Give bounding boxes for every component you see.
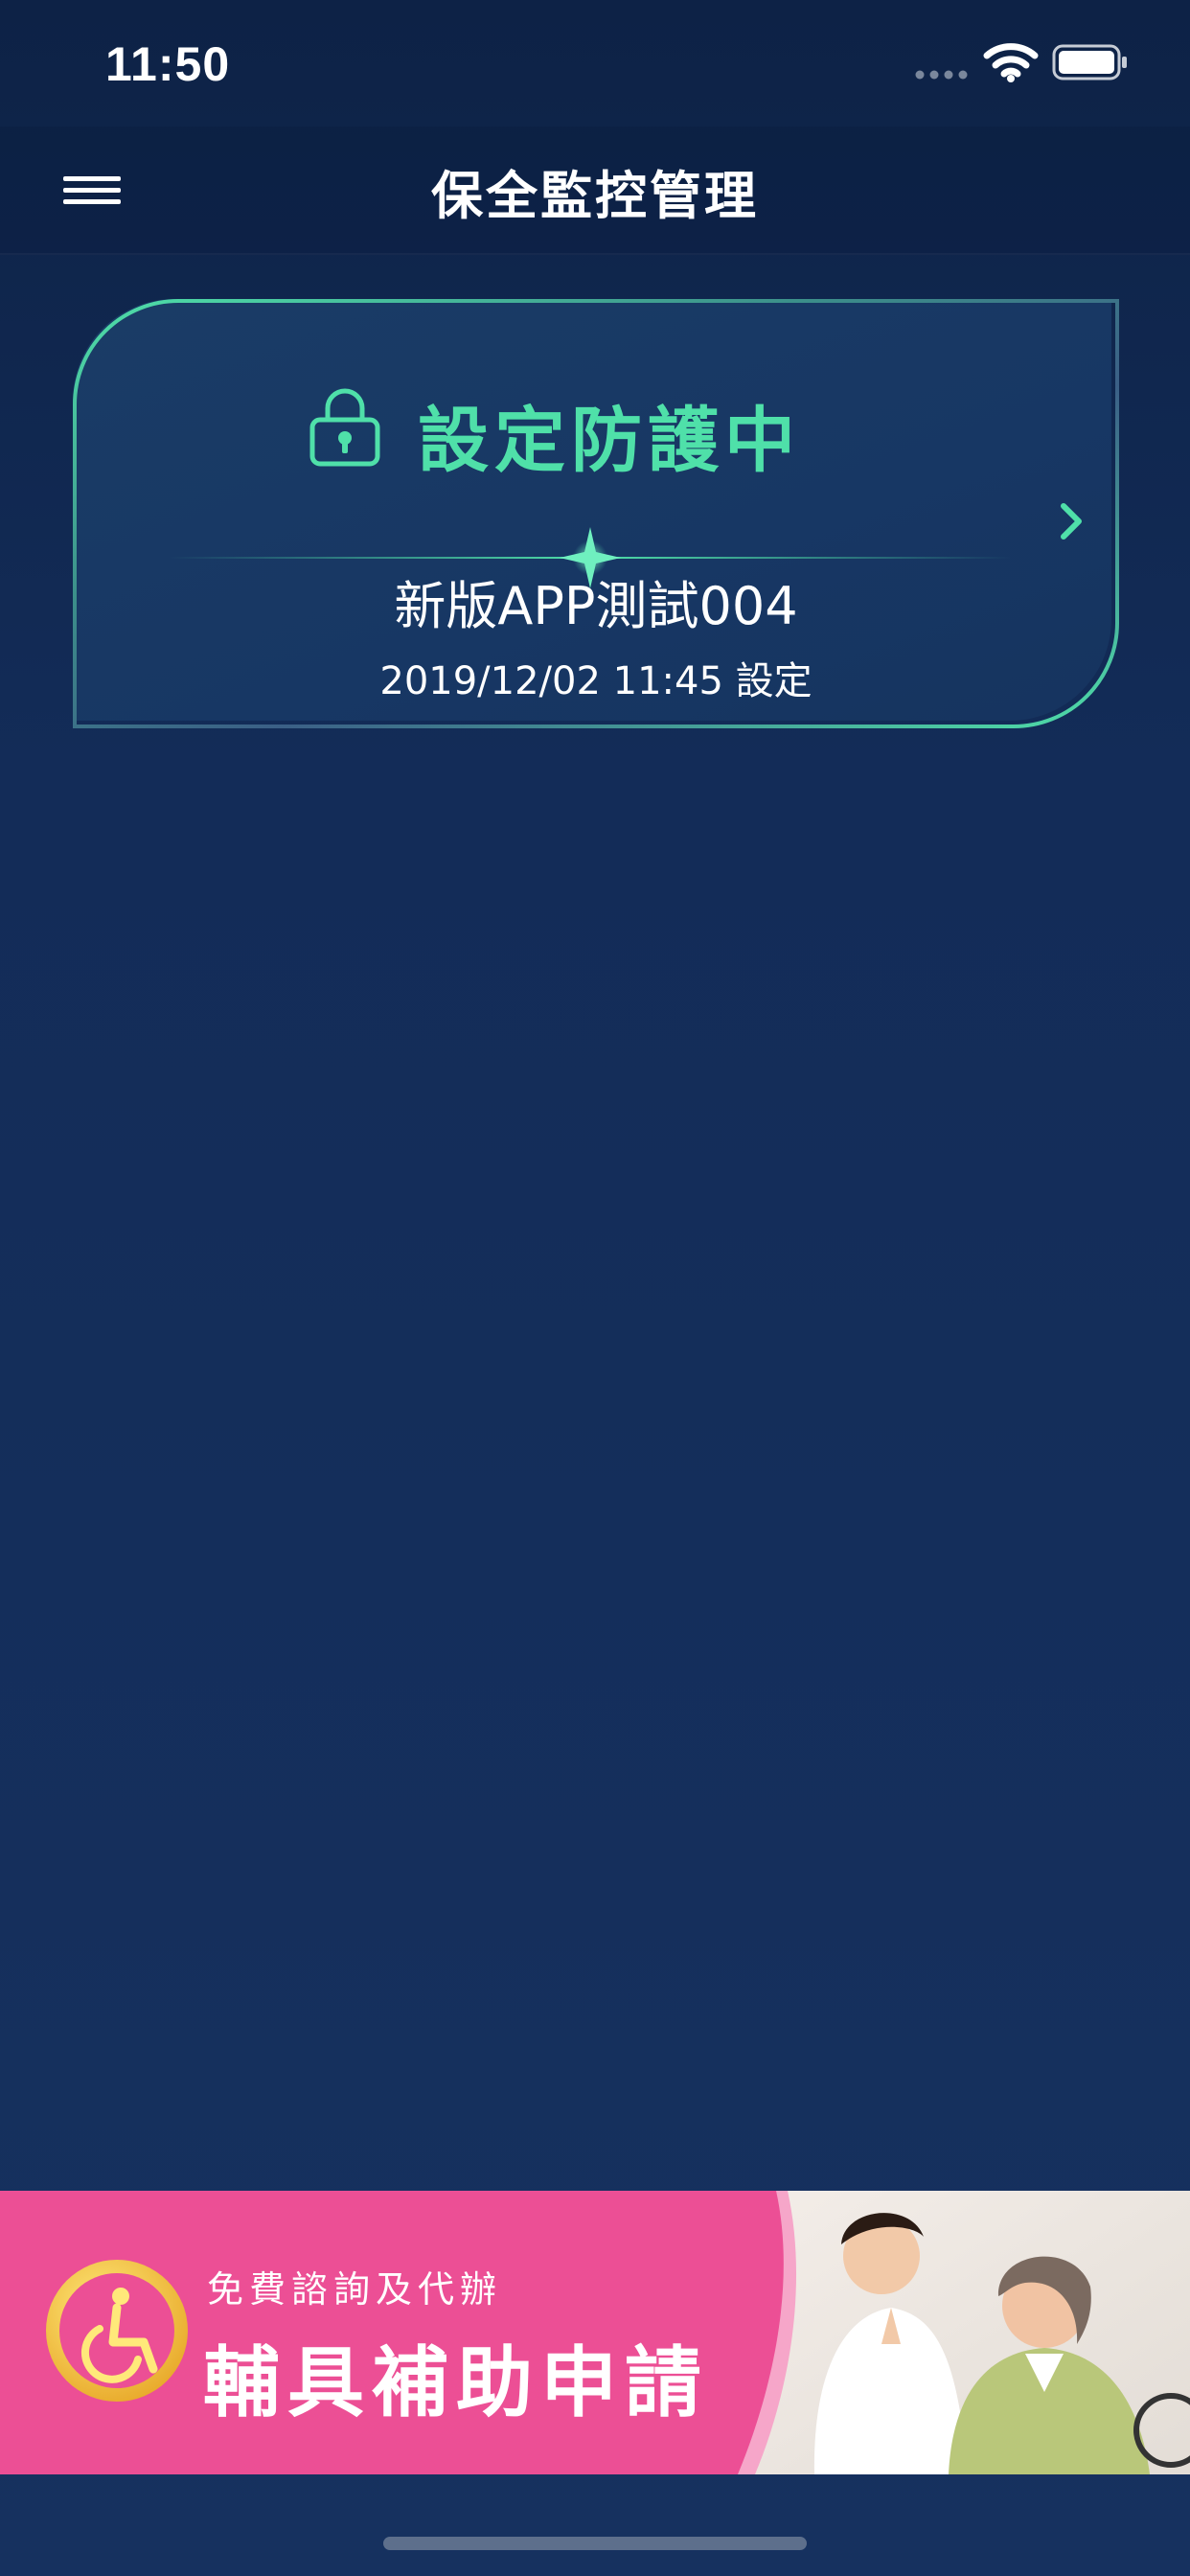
ad-subtitle: 免費諮詢及代辦 xyxy=(207,2268,503,2311)
page-title: 保全監控管理 xyxy=(431,166,759,226)
status-row: 設定防護中 xyxy=(73,383,1119,482)
device-name: 新版APP測試004 xyxy=(394,576,798,636)
wheelchair-icon xyxy=(46,2260,188,2402)
protection-status: 設定防護中 xyxy=(418,400,801,482)
wifi-icon xyxy=(983,43,1039,82)
chevron-right-icon xyxy=(1061,503,1082,540)
status-bar: 11:50 xyxy=(0,0,1190,126)
battery-icon xyxy=(1052,44,1127,80)
ad-banner[interactable]: 免費諮詢及代辦 輔具補助申請 xyxy=(0,2191,1190,2474)
home-indicator[interactable] xyxy=(383,2537,807,2550)
status-time: 11:50 xyxy=(105,37,231,91)
ad-title: 輔具補助申請 xyxy=(203,2338,709,2427)
set-time: 2019/12/02 11:45 設定 xyxy=(379,659,812,703)
ad-photo xyxy=(738,2191,1190,2474)
signal-icon xyxy=(915,70,968,80)
lock-icon xyxy=(309,388,380,467)
guard-status-card[interactable]: 設定防護中 新版APP測試004 2019/12/02 11:45 設定 xyxy=(69,295,1119,728)
nav-bar: 保全監控管理 xyxy=(0,126,1190,255)
